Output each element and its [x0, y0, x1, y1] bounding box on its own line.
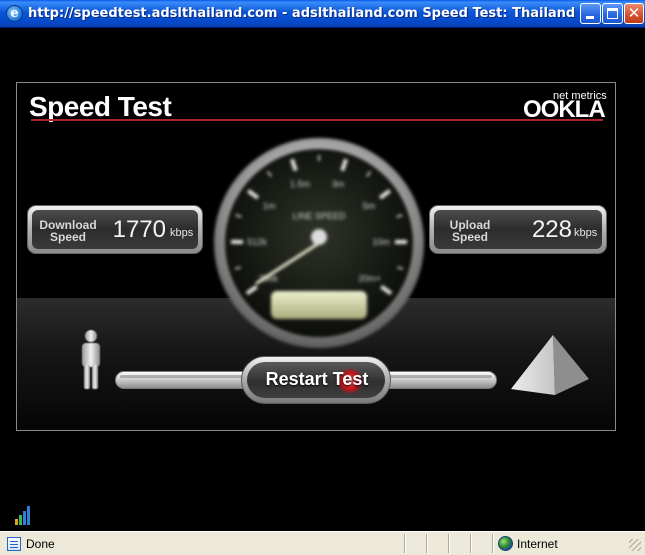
gauge-tick-label: 5m [363, 201, 376, 211]
gauge-tick-label: 1.5m [290, 179, 310, 189]
upload-label-line2: Speed [451, 230, 488, 244]
security-zone-label: Internet [517, 537, 558, 551]
upload-readout-face: Upload Speed 228 kbps [434, 210, 602, 249]
restart-test-label: Restart Test [265, 369, 369, 389]
minimize-button[interactable] [580, 3, 601, 24]
download-value: 1770 [112, 216, 166, 243]
download-speed-readout: Download Speed 1770 kbps [27, 205, 203, 254]
window-title: http://speedtest.adslthailand.com - adsl… [28, 6, 576, 21]
status-divider [404, 534, 406, 553]
status-divider [426, 534, 428, 553]
minimize-icon [586, 16, 594, 19]
title-divider [31, 119, 603, 121]
restart-test-button[interactable]: Restart Test [241, 356, 391, 404]
download-label: Download Speed [36, 219, 100, 243]
close-button[interactable]: ✕ [624, 3, 644, 24]
resize-grip[interactable] [629, 539, 641, 551]
download-readout-face: Download Speed 1770 kbps [32, 210, 198, 249]
window-title-bar[interactable]: e http://speedtest.adslthailand.com - ad… [0, 0, 645, 28]
gauge-hub [311, 229, 327, 245]
speed-gauge: LINE SPEED 256k512k1m1.5m 3m5m10m20m+ [214, 138, 424, 348]
close-icon: ✕ [627, 4, 641, 22]
ie-icon[interactable]: e [6, 5, 23, 22]
speedtest-panel: Speed Test net metrics OOKLA Download Sp… [16, 82, 616, 431]
client-person-icon [82, 330, 100, 389]
gauge-digital-window [271, 291, 367, 319]
gauge-title: LINE SPEED [292, 211, 346, 221]
status-text: Done [26, 537, 55, 551]
signal-bars-icon [15, 505, 31, 525]
gauge-tick-label: 1m [263, 201, 276, 211]
maximize-button[interactable] [602, 3, 623, 24]
gauge-tick-label: 3m [332, 179, 345, 189]
gauge-tick-label: 20m+ [358, 274, 381, 284]
ookla-logo: OOKLA [523, 96, 606, 123]
status-divider [470, 534, 472, 553]
upload-label: Upload Speed [440, 219, 500, 243]
download-label-line2: Speed [49, 230, 86, 244]
upload-speed-readout: Upload Speed 228 kbps [429, 205, 607, 254]
status-bar: Done Internet [0, 531, 645, 555]
upload-value: 228 [531, 216, 572, 243]
upload-unit: kbps [574, 227, 598, 239]
maximize-icon [607, 8, 618, 19]
status-divider [492, 534, 494, 553]
status-divider [448, 534, 450, 553]
server-pyramid-icon [511, 335, 589, 395]
gauge-tick-label: 10m [372, 237, 390, 247]
gauge-tick-label: 512k [247, 237, 267, 247]
internet-zone-icon [498, 536, 513, 551]
download-unit: kbps [170, 227, 194, 239]
page-done-icon [7, 537, 21, 551]
